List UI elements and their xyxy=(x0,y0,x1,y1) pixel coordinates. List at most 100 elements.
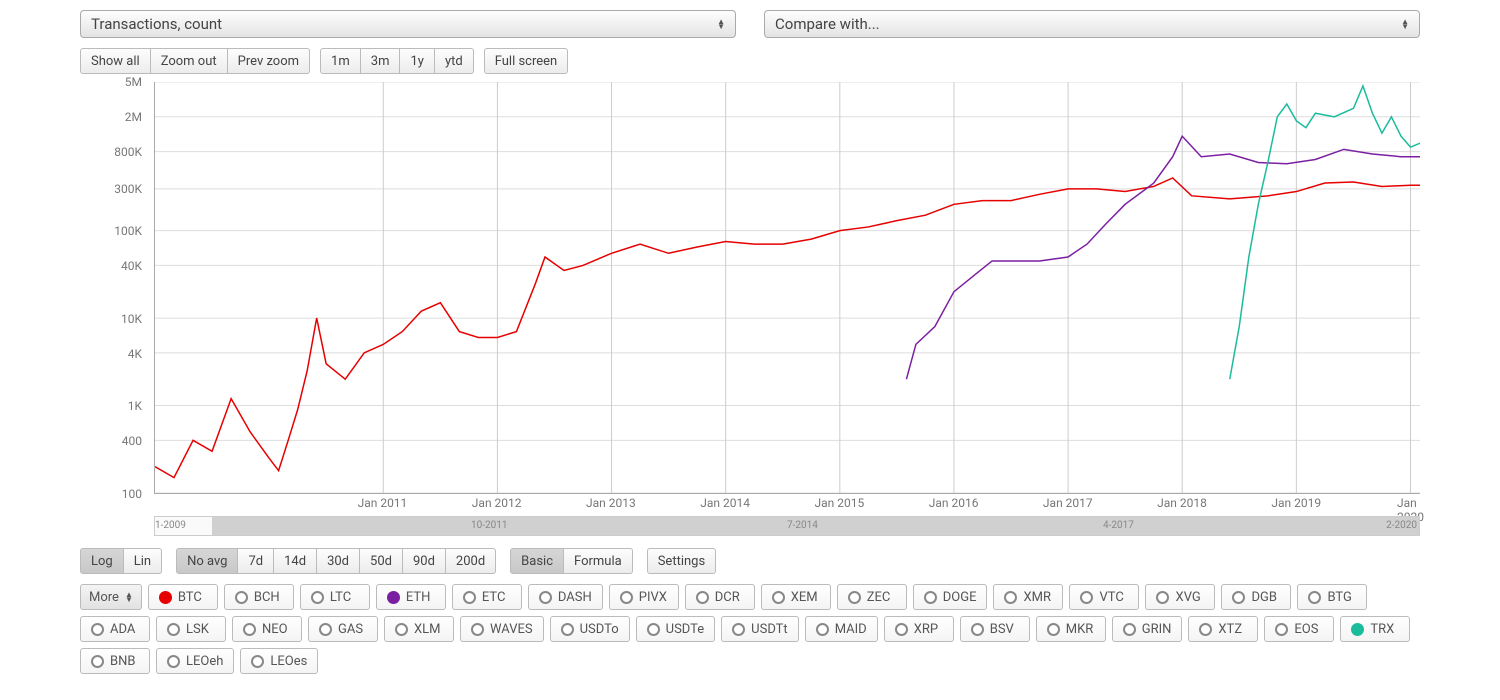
more-label: More xyxy=(89,590,119,605)
y-tick-label: 10K xyxy=(121,312,142,326)
coin-toggle-eos[interactable]: EOS xyxy=(1264,616,1334,642)
log-button[interactable]: Log xyxy=(80,548,124,574)
coin-dot-icon xyxy=(647,623,660,636)
coin-dot-icon xyxy=(1080,591,1093,604)
coin-toggle-lsk[interactable]: LSK xyxy=(156,616,226,642)
avg-Noavg-button[interactable]: No avg xyxy=(176,548,238,574)
avg-7d-button[interactable]: 7d xyxy=(238,548,274,574)
coin-toggle-dash[interactable]: DASH xyxy=(528,584,603,610)
prev-zoom-button[interactable]: Prev zoom xyxy=(228,48,310,74)
mode-formula-button[interactable]: Formula xyxy=(564,548,633,574)
range-ytd-button[interactable]: ytd xyxy=(435,48,474,74)
scrubber-tick: 2-2020 xyxy=(1386,520,1417,531)
coin-label: ETC xyxy=(482,590,506,605)
y-tick-label: 4K xyxy=(128,347,142,361)
coin-toggle-xmr[interactable]: XMR xyxy=(993,584,1063,610)
coin-label: BCH xyxy=(254,590,280,605)
coin-toggle-xvg[interactable]: XVG xyxy=(1145,584,1215,610)
avg-200d-button[interactable]: 200d xyxy=(446,548,496,574)
coin-toggle-doge[interactable]: DOGE xyxy=(913,584,988,610)
chart: 5M2M800K300K100K40K10K4K1K400100 Jan 201… xyxy=(80,82,1420,512)
coin-toggle-dgb[interactable]: DGB xyxy=(1221,584,1291,610)
series-trx xyxy=(1230,86,1420,379)
coin-dot-icon xyxy=(1156,591,1169,604)
coin-toggle-usdtt[interactable]: USDTt xyxy=(721,616,799,642)
coin-toggle-eth[interactable]: ETH xyxy=(376,584,446,610)
avg-90d-button[interactable]: 90d xyxy=(403,548,446,574)
coin-toggle-xrp[interactable]: XRP xyxy=(884,616,954,642)
coin-toggle-bch[interactable]: BCH xyxy=(224,584,294,610)
coin-label: XMR xyxy=(1023,590,1051,605)
metric-select[interactable]: Transactions, count ▲▼ xyxy=(80,10,736,38)
y-tick-label: 5M xyxy=(125,75,142,89)
avg-14d-button[interactable]: 14d xyxy=(274,548,317,574)
coin-label: DCR xyxy=(715,590,740,605)
more-coins-select[interactable]: More ▲▼ xyxy=(80,584,142,610)
coin-label: BTG xyxy=(1327,590,1351,605)
coin-toggle-zec[interactable]: ZEC xyxy=(837,584,907,610)
range-3m-button[interactable]: 3m xyxy=(361,48,401,74)
coin-dot-icon xyxy=(1275,623,1288,636)
coin-toggle-xtz[interactable]: XTZ xyxy=(1188,616,1258,642)
coin-dot-icon xyxy=(235,591,248,604)
coin-dot-icon xyxy=(243,623,256,636)
coin-toggle-pivx[interactable]: PIVX xyxy=(609,584,679,610)
coin-toggle-dcr[interactable]: DCR xyxy=(685,584,755,610)
coin-dot-icon xyxy=(561,623,574,636)
lin-button[interactable]: Lin xyxy=(124,548,162,574)
compare-select-value: Compare with... xyxy=(775,15,880,33)
coin-label: LEOes xyxy=(270,654,307,669)
coin-toggle-trx[interactable]: TRX xyxy=(1340,616,1410,642)
coin-label: ETH xyxy=(406,590,431,605)
zoom-out-button[interactable]: Zoom out xyxy=(151,48,228,74)
time-scrubber[interactable]: 1-200910-20117-20144-20172-2020 xyxy=(154,516,1420,536)
coin-toggle-btg[interactable]: BTG xyxy=(1297,584,1367,610)
x-tick-label: Jan 2013 xyxy=(586,496,636,510)
coin-toggle-grin[interactable]: GRIN xyxy=(1112,616,1183,642)
y-tick-label: 2M xyxy=(125,110,142,124)
x-tick-label: Jan 2011 xyxy=(358,496,408,510)
coin-toggle-xlm[interactable]: XLM xyxy=(384,616,454,642)
coin-toggle-leoes[interactable]: LEOes xyxy=(240,648,318,674)
coin-toggle-ada[interactable]: ADA xyxy=(80,616,150,642)
coin-label: XTZ xyxy=(1218,622,1242,637)
coin-toggle-bsv[interactable]: BSV xyxy=(960,616,1030,642)
coin-toggle-btc[interactable]: BTC xyxy=(148,584,218,610)
coin-label: USDTe xyxy=(666,622,705,637)
mode-basic-button[interactable]: Basic xyxy=(510,548,564,574)
series-eth xyxy=(906,136,1420,379)
coin-dot-icon xyxy=(251,655,264,668)
coin-dot-icon xyxy=(1232,591,1245,604)
compare-select[interactable]: Compare with... ▲▼ xyxy=(764,10,1420,38)
coin-toggle-gas[interactable]: GAS xyxy=(308,616,378,642)
coin-toggle-xem[interactable]: XEM xyxy=(761,584,831,610)
settings-button[interactable]: Settings xyxy=(647,548,716,574)
coin-label: WAVES xyxy=(490,622,533,637)
coin-toggle-maid[interactable]: MAID xyxy=(805,616,878,642)
coin-toggle-neo[interactable]: NEO xyxy=(232,616,302,642)
coin-toggle-waves[interactable]: WAVES xyxy=(460,616,544,642)
coin-toggle-mkr[interactable]: MKR xyxy=(1036,616,1106,642)
range-1m-button[interactable]: 1m xyxy=(320,48,361,74)
fullscreen-button[interactable]: Full screen xyxy=(484,48,569,74)
coin-toggle-ltc[interactable]: LTC xyxy=(300,584,370,610)
updown-icon: ▲▼ xyxy=(125,592,133,602)
coin-label: XLM xyxy=(414,622,441,637)
range-1y-button[interactable]: 1y xyxy=(400,48,434,74)
coin-label: GAS xyxy=(338,622,363,637)
y-tick-label: 1K xyxy=(128,399,142,413)
y-tick-label: 400 xyxy=(122,434,142,448)
coin-toggle-usdto[interactable]: USDTo xyxy=(550,616,630,642)
coin-toggle-bnb[interactable]: BNB xyxy=(80,648,150,674)
avg-30d-button[interactable]: 30d xyxy=(317,548,360,574)
x-tick-label: Jan 2017 xyxy=(1043,496,1093,510)
coin-toggle-usdte[interactable]: USDTe xyxy=(636,616,716,642)
coin-label: XEM xyxy=(791,590,818,605)
coin-toggle-etc[interactable]: ETC xyxy=(452,584,522,610)
coin-toggle-vtc[interactable]: VTC xyxy=(1069,584,1139,610)
y-tick-label: 300K xyxy=(114,182,142,196)
coin-dot-icon xyxy=(91,623,104,636)
avg-50d-button[interactable]: 50d xyxy=(360,548,403,574)
coin-toggle-leoeh[interactable]: LEOeh xyxy=(156,648,234,674)
show-all-button[interactable]: Show all xyxy=(80,48,151,74)
